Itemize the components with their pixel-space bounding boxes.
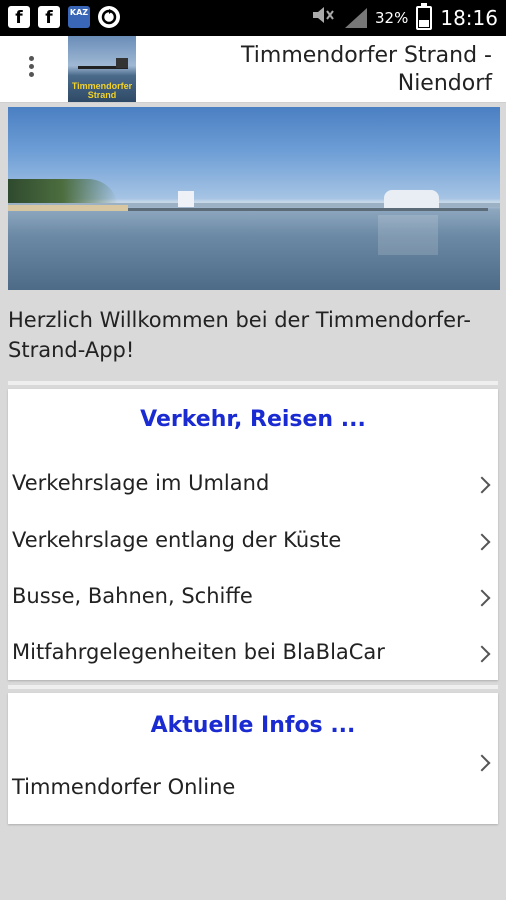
- list-item-label: Timmendorfer Online: [12, 775, 236, 799]
- battery-percent: 32%: [375, 8, 409, 27]
- chevron-right-icon: [473, 754, 491, 772]
- list-item-label: Verkehrslage entlang der Küste: [12, 528, 342, 552]
- list-item-label: Mitfahrgelegenheiten bei BlaBlaCar: [12, 640, 385, 664]
- app-logo: Timmendorfer Strand: [68, 36, 136, 102]
- overflow-menu-icon[interactable]: [24, 53, 38, 85]
- chevron-right-icon: [473, 533, 491, 551]
- mute-icon: [311, 5, 337, 30]
- page-title: Timmendorfer Strand - Niendorf: [241, 43, 492, 96]
- kaz-app-icon: KAZ: [68, 6, 90, 28]
- facebook-icon: f: [8, 6, 30, 28]
- chevron-right-icon: [473, 589, 491, 607]
- signal-icon: [345, 7, 368, 28]
- app-bar: Timmendorfer Strand Timmendorfer Strand …: [0, 36, 506, 103]
- list-item-timmendorfer-online[interactable]: Timmendorfer Online: [8, 751, 498, 811]
- welcome-text: Herzlich Willkommen bei der Timmendorfer…: [8, 308, 471, 362]
- beach-pier-photo: [8, 107, 500, 290]
- list-item-blablacar[interactable]: Mitfahrgelegenheiten bei BlaBlaCar: [8, 634, 498, 674]
- clock: 18:16: [440, 5, 498, 30]
- chevron-right-icon: [473, 476, 491, 494]
- list-item-verkehrslage-kueste[interactable]: Verkehrslage entlang der Küste: [8, 522, 498, 562]
- list-item-verkehrslage-umland[interactable]: Verkehrslage im Umland: [8, 465, 498, 505]
- status-bar: f f KAZ 32% 18:16: [0, 0, 506, 36]
- section-heading: Aktuelle Infos ...: [150, 713, 356, 738]
- notification-icons: f f KAZ: [8, 6, 120, 28]
- section-heading: Verkehr, Reisen ...: [140, 407, 366, 432]
- section-traffic: Verkehr, Reisen ... Verkehrslage im Umla…: [8, 381, 498, 680]
- list-item-label: Busse, Bahnen, Schiffe: [12, 584, 253, 608]
- chevron-right-icon: [473, 645, 491, 663]
- logo-text: Timmendorfer Strand: [71, 81, 133, 100]
- system-status: 32% 18:16: [311, 2, 498, 30]
- list-item-label: Verkehrslage im Umland: [12, 471, 270, 495]
- section-news: Aktuelle Infos ... Timmendorfer Online: [8, 685, 498, 824]
- list-item-busse-bahnen-schiffe[interactable]: Busse, Bahnen, Schiffe: [8, 578, 498, 618]
- sync-icon: [98, 6, 120, 28]
- facebook-icon: f: [38, 6, 60, 28]
- battery-icon: [416, 2, 433, 30]
